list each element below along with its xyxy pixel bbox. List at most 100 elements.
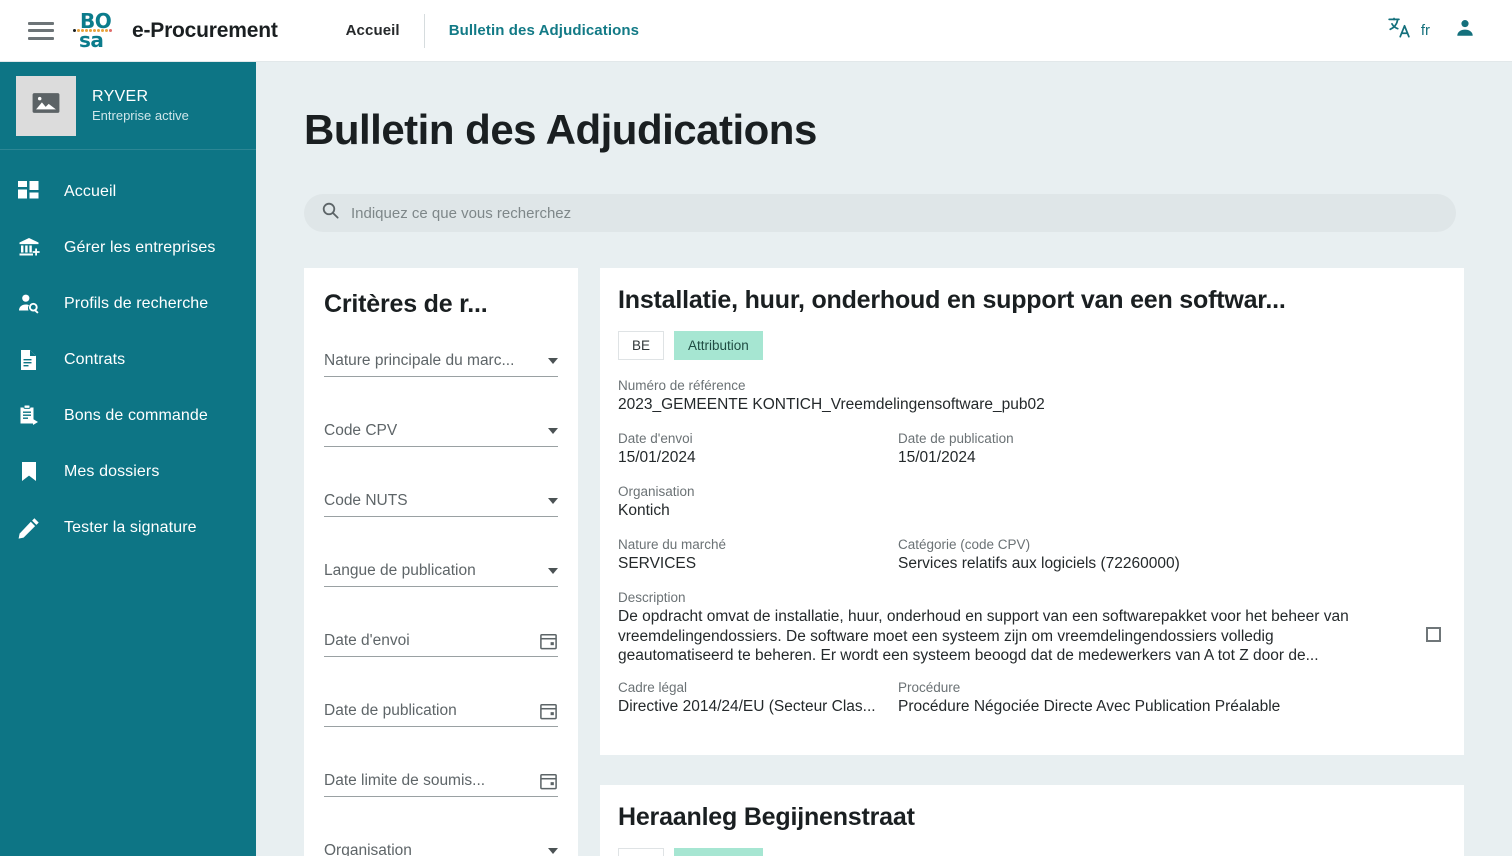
result-badges: BE Attribution xyxy=(618,847,1442,856)
calendar-icon[interactable] xyxy=(539,771,558,790)
description-value: De opdracht omvat de installatie, huur, … xyxy=(618,608,1349,664)
building-add-icon xyxy=(18,234,48,262)
sidebar-item-gerer-les-entreprises[interactable]: Gérer les entreprises xyxy=(0,220,256,276)
chevron-down-icon[interactable] xyxy=(548,427,558,434)
search-input[interactable] xyxy=(351,204,1438,222)
filter-date-envoi[interactable]: Date d'envoi xyxy=(324,625,558,657)
legal-framework-label: Cadre légal xyxy=(618,679,688,695)
filter-label: Code CPV xyxy=(324,421,398,439)
bosa-logo-bottom-text: sa xyxy=(79,27,104,52)
sidebar-item-label: Profils de recherche xyxy=(64,295,209,312)
published-date-label: Date de publication xyxy=(898,431,1014,446)
calendar-icon[interactable] xyxy=(539,631,558,650)
calendar-icon[interactable] xyxy=(539,701,558,720)
reference-label: Numéro de référence xyxy=(618,378,746,393)
language-switcher[interactable]: fr xyxy=(1377,9,1440,52)
criteria-panel-title: Critères de r... xyxy=(324,290,488,318)
page-title: Bulletin des Adjudications xyxy=(304,106,817,153)
user-account-icon xyxy=(1454,17,1476,44)
country-badge: BE xyxy=(618,331,665,360)
chevron-down-icon[interactable] xyxy=(548,497,558,504)
main-content: Bulletin des Adjudications Critères de r… xyxy=(256,62,1512,856)
sidebar-item-label: Mes dossiers xyxy=(64,463,160,480)
chevron-down-icon[interactable] xyxy=(548,357,558,364)
filter-label: Nature principale du marc... xyxy=(324,351,515,369)
nature-value: SERVICES xyxy=(618,555,697,572)
hamburger-menu-icon[interactable] xyxy=(28,21,54,40)
hamburger-bar xyxy=(28,36,54,40)
filter-label: Code NUTS xyxy=(324,491,408,509)
filter-code-nuts[interactable]: Code NUTS xyxy=(324,485,558,517)
status-badge: Attribution xyxy=(674,331,763,360)
top-header-bar: BO sa e-Procurement Accueil Bulletin des… xyxy=(0,0,1512,62)
sidebar-nav-list: Accueil Gérer les entreprises Profils de… xyxy=(0,150,256,556)
description-label: Description xyxy=(618,590,686,605)
nature-field: Nature du marché SERVICES xyxy=(618,537,898,574)
filter-label: Date d'envoi xyxy=(324,631,410,649)
result-title[interactable]: Installatie, huur, onderhoud en support … xyxy=(618,286,1442,315)
hamburger-bar xyxy=(28,21,54,25)
published-date-field: Date de publication 15/01/2024 xyxy=(898,431,1238,468)
result-title[interactable]: Heraanleg Begijnenstraat xyxy=(618,803,1442,832)
company-meta: RYVER Entreprise active xyxy=(92,88,189,123)
language-code: fr xyxy=(1420,22,1430,39)
search-icon xyxy=(322,202,339,224)
sidebar-item-mes-dossiers[interactable]: Mes dossiers xyxy=(0,444,256,500)
nature-category-row: Nature du marché SERVICES Catégorie (cod… xyxy=(618,537,1442,574)
published-date-value: 15/01/2024 xyxy=(898,449,976,466)
sidebar-item-profils-de-recherche[interactable]: Profils de recherche xyxy=(0,276,256,332)
organisation-value: Kontich xyxy=(618,502,670,519)
sidebar-item-bons-de-commande[interactable]: Bons de commande xyxy=(0,388,256,444)
description-row: Description De opdracht omvat de install… xyxy=(618,590,1442,666)
filter-date-limite-de-soumission[interactable]: Date limite de soumis... xyxy=(324,765,558,797)
order-clipboard-icon xyxy=(18,402,48,430)
dates-row: Date d'envoi 15/01/2024 Date de publicat… xyxy=(618,431,1442,468)
legal-framework-field: Cadre légal Directive 2014/24/EU (Secteu… xyxy=(618,680,898,717)
company-card[interactable]: RYVER Entreprise active xyxy=(0,62,256,150)
filter-label: Date limite de soumis... xyxy=(324,771,486,789)
user-account-button[interactable] xyxy=(1440,11,1490,50)
sidebar-item-label: Gérer les entreprises xyxy=(64,239,216,256)
filter-date-de-publication[interactable]: Date de publication xyxy=(324,695,558,727)
sidebar-item-accueil[interactable]: Accueil xyxy=(0,164,256,220)
save-square-icon[interactable] xyxy=(1422,623,1444,645)
sidebar-item-label: Tester la signature xyxy=(64,519,197,536)
chevron-down-icon[interactable] xyxy=(548,847,558,854)
procedure-value: Procédure Négociée Directe Avec Publicat… xyxy=(898,697,1281,715)
filter-langue-de-publication[interactable]: Langue de publication xyxy=(324,555,558,587)
description-field: Description De opdracht omvat de install… xyxy=(618,590,1372,666)
result-card[interactable]: Heraanleg Begijnenstraat BE Attribution xyxy=(600,784,1464,856)
reference-row: Numéro de référence 2023_GEMEENTE KONTIC… xyxy=(618,378,1442,415)
category-label: Catégorie (code CPV) xyxy=(898,537,1031,552)
search-bar[interactable] xyxy=(304,194,1456,232)
reference-value: 2023_GEMEENTE KONTICH_Vreemdelingensoftw… xyxy=(618,396,1045,413)
content-columns: Critères de r... Nature principale du ma… xyxy=(304,268,1464,856)
nav-item-bulletin-des-adjudications[interactable]: Bulletin des Adjudications xyxy=(425,22,663,39)
company-name: RYVER xyxy=(92,88,149,105)
filter-code-cpv[interactable]: Code CPV xyxy=(324,415,558,447)
sidebar: RYVER Entreprise active Accueil Gérer le… xyxy=(0,62,256,856)
chevron-down-icon[interactable] xyxy=(548,567,558,574)
bookmark-icon xyxy=(18,458,48,486)
category-value: Services relatifs aux logiciels (7226000… xyxy=(898,555,1180,572)
company-status: Entreprise active xyxy=(92,108,189,123)
dashboard-grid-icon xyxy=(18,178,48,206)
filter-nature-principale-du-marche[interactable]: Nature principale du marc... xyxy=(324,345,558,377)
result-card[interactable]: Installatie, huur, onderhoud en support … xyxy=(600,268,1464,755)
brand-title: e-Procurement xyxy=(132,18,278,42)
organisation-field: Organisation Kontich xyxy=(618,484,898,521)
brand-logo-block[interactable]: BO sa e-Procurement xyxy=(72,6,278,56)
filter-label: Organisation xyxy=(324,841,412,856)
filter-label: Date de publication xyxy=(324,701,457,719)
nav-item-accueil[interactable]: Accueil xyxy=(322,22,424,39)
bosa-logo-dot-line xyxy=(73,29,123,33)
nature-label: Nature du marché xyxy=(618,537,727,552)
legal-procedure-row: Cadre légal Directive 2014/24/EU (Secteu… xyxy=(618,680,1442,717)
procedure-field: Procédure Procédure Négociée Directe Ave… xyxy=(898,680,1280,717)
sidebar-item-contrats[interactable]: Contrats xyxy=(0,332,256,388)
hamburger-bar xyxy=(28,29,54,32)
sidebar-item-tester-la-signature[interactable]: Tester la signature xyxy=(0,500,256,556)
filter-organisation[interactable]: Organisation xyxy=(324,835,558,856)
category-field: Catégorie (code CPV) Services relatifs a… xyxy=(898,537,1238,574)
sent-date-value: 15/01/2024 xyxy=(618,449,696,466)
